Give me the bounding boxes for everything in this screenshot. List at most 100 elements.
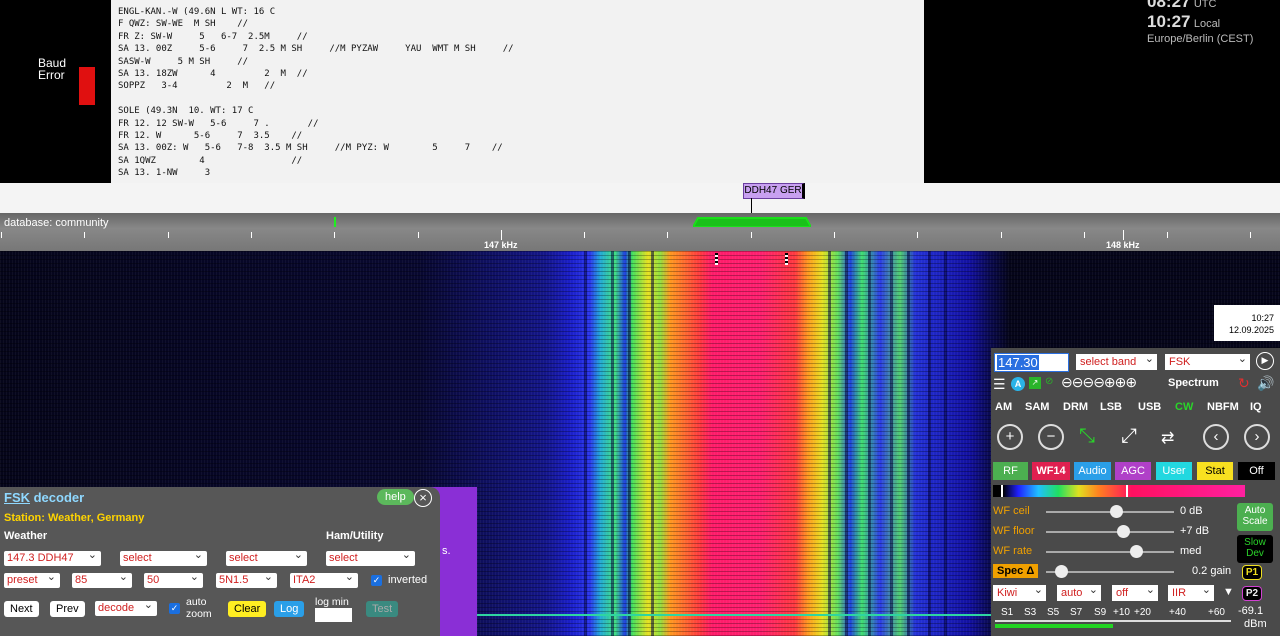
decoder-output-console[interactable]: ENGL-KAN.-W (49.6N L WT: 16 C F QWZ: SW-W… [111,0,924,183]
kiwi-select[interactable]: Kiwi [993,582,1046,601]
inverted-checkbox[interactable]: ✓ [371,575,382,586]
wf-floor-slider[interactable] [1046,531,1174,533]
edit-icon[interactable]: ↗ [1029,377,1041,389]
swap-icon[interactable]: ⇄ [1161,428,1174,448]
spec-delta-button[interactable]: Spec Δ [993,564,1039,578]
tab-off[interactable]: Off [1238,462,1275,480]
shift-select[interactable]: 85 [72,570,132,588]
tab-wf[interactable]: WF14 [1032,462,1070,480]
tone-marker-mark [715,253,718,265]
zoom-out-icon[interactable]: − [1038,424,1064,450]
weather-station-select[interactable]: 147.3 DDH47 [4,548,101,566]
smeter-unit: dBm [1244,618,1267,630]
iir-select[interactable]: IIR [1168,582,1214,601]
band-select[interactable]: select band [1076,351,1157,370]
mode-button-usb[interactable]: USB [1138,401,1161,413]
link-icon[interactable]: ⊘ [1045,376,1053,387]
p1-button[interactable]: P1 [1242,565,1262,580]
zoom-steps-icons[interactable]: ⊖⊖⊖⊖⊕⊕⊕ [1061,374,1137,391]
colormap-marker-high[interactable] [1126,485,1128,497]
mode-button-nbfm[interactable]: NBFM [1207,401,1239,413]
zoom-band-icon[interactable]: ⤡ [1079,425,1095,448]
station-text: Station: Weather, Germany [4,512,145,524]
decode-select[interactable]: decode [95,598,157,616]
spectrum-button[interactable]: Spectrum [1168,377,1219,389]
play-icon[interactable]: ▶ [1256,352,1274,370]
tab-agc[interactable]: AGC [1115,462,1151,480]
menu-icon[interactable]: ☰ [993,376,1006,393]
encoding-select[interactable]: ITA2 [290,570,358,588]
mode-button-iq[interactable]: IQ [1250,401,1262,413]
mode-button-sam[interactable]: SAM [1025,401,1049,413]
help-button[interactable]: help [377,489,414,505]
console-line: SOLE (49.3N 10. WT: 17 C [118,106,254,117]
wf-rate-slider[interactable] [1046,551,1174,553]
mode-select[interactable]: FSK [1165,351,1250,370]
station-tag[interactable]: DDH47 GER [743,183,805,199]
spec-knob[interactable] [1055,565,1069,578]
speaker-icon[interactable]: 🔊 [1257,375,1274,392]
framing-select[interactable]: 5N1.5 [216,570,277,588]
next-button[interactable]: Next [4,601,39,617]
auto-select[interactable]: auto [1057,582,1101,601]
wf-ceil-value: 0 dB [1180,505,1203,517]
tab-user[interactable]: User [1156,462,1192,480]
scale-tick [84,232,85,238]
log-button[interactable]: Log [274,601,305,617]
step-right-icon[interactable]: › [1244,424,1270,450]
mode-button-lsb[interactable]: LSB [1100,401,1122,413]
smeter-label: S5 [1047,607,1060,618]
collapse-icon[interactable]: ▼ [1223,586,1234,598]
p2-button[interactable]: P2 [1242,586,1262,601]
auto-scale-button[interactable]: Auto Scale [1237,503,1273,531]
mode-button-am[interactable]: AM [995,401,1012,413]
fsk-decoder-panel: FSK decoder help × Station: Weather, Ger… [0,487,440,636]
select-3[interactable]: select [226,548,307,566]
wf-floor-knob[interactable] [1116,525,1130,538]
scale-tick [834,232,835,238]
select-2[interactable]: select [120,548,207,566]
off-select[interactable]: off [1112,582,1158,601]
scale-tick [334,232,335,238]
slow-dev-button[interactable]: Slow Dev [1237,535,1273,563]
wf-ceil-label: WF ceil [993,505,1030,517]
test-button[interactable]: Test [366,601,399,617]
wf-time: 10:27 [1251,313,1274,323]
wf-floor-label: WF floor [993,525,1035,537]
frequency-input[interactable]: 147.30 [997,355,1039,370]
close-icon[interactable]: × [414,489,432,507]
tab-audio[interactable]: Audio [1074,462,1111,480]
mode-button-cw[interactable]: CW [1175,401,1193,413]
wf-ceil-knob[interactable] [1110,505,1124,518]
mode-button-drm[interactable]: DRM [1063,401,1088,413]
wf-date: 12.09.2025 [1228,325,1274,335]
zoom-in-icon[interactable]: + [997,424,1023,450]
console-line: SA 13. 1-NW 3 [118,168,211,179]
colormap-marker-low[interactable] [1001,485,1003,497]
ham-select[interactable]: select [326,548,415,566]
prev-button[interactable]: Prev [50,601,85,617]
step-left-icon[interactable]: ‹ [1203,424,1229,450]
tab-stat[interactable]: Stat [1197,462,1233,480]
baud-select[interactable]: 50 [144,570,203,588]
frequency-scale[interactable]: database: community 147 kHz 148 kHz [0,213,1280,251]
logmin-input[interactable] [315,608,352,622]
station-label-strip: DDH47 GER [0,183,1280,214]
auto-icon[interactable]: A [1011,377,1025,391]
reload-icon[interactable]: ↻ [1238,375,1250,392]
console-line: SOPPZ 3-4 2 M // [118,81,276,92]
wf-rate-knob[interactable] [1129,545,1143,558]
decoder-title: FSK decoder [4,490,84,505]
smeter-bar [995,624,1113,628]
autozoom-checkbox[interactable]: ✓ [169,603,180,614]
clear-button[interactable]: Clear [228,601,267,617]
tab-rf[interactable]: RF [993,462,1028,480]
scale-tick [1,232,2,238]
scale-tick [1250,232,1251,238]
passband-indicator[interactable] [693,217,811,227]
preset-select[interactable]: preset [4,570,60,588]
side-panel-text: s. [442,545,451,557]
zoom-max-icon[interactable]: ⤢ [1121,425,1137,448]
fsk-link[interactable]: FSK [4,490,30,505]
marker-green [334,217,336,227]
